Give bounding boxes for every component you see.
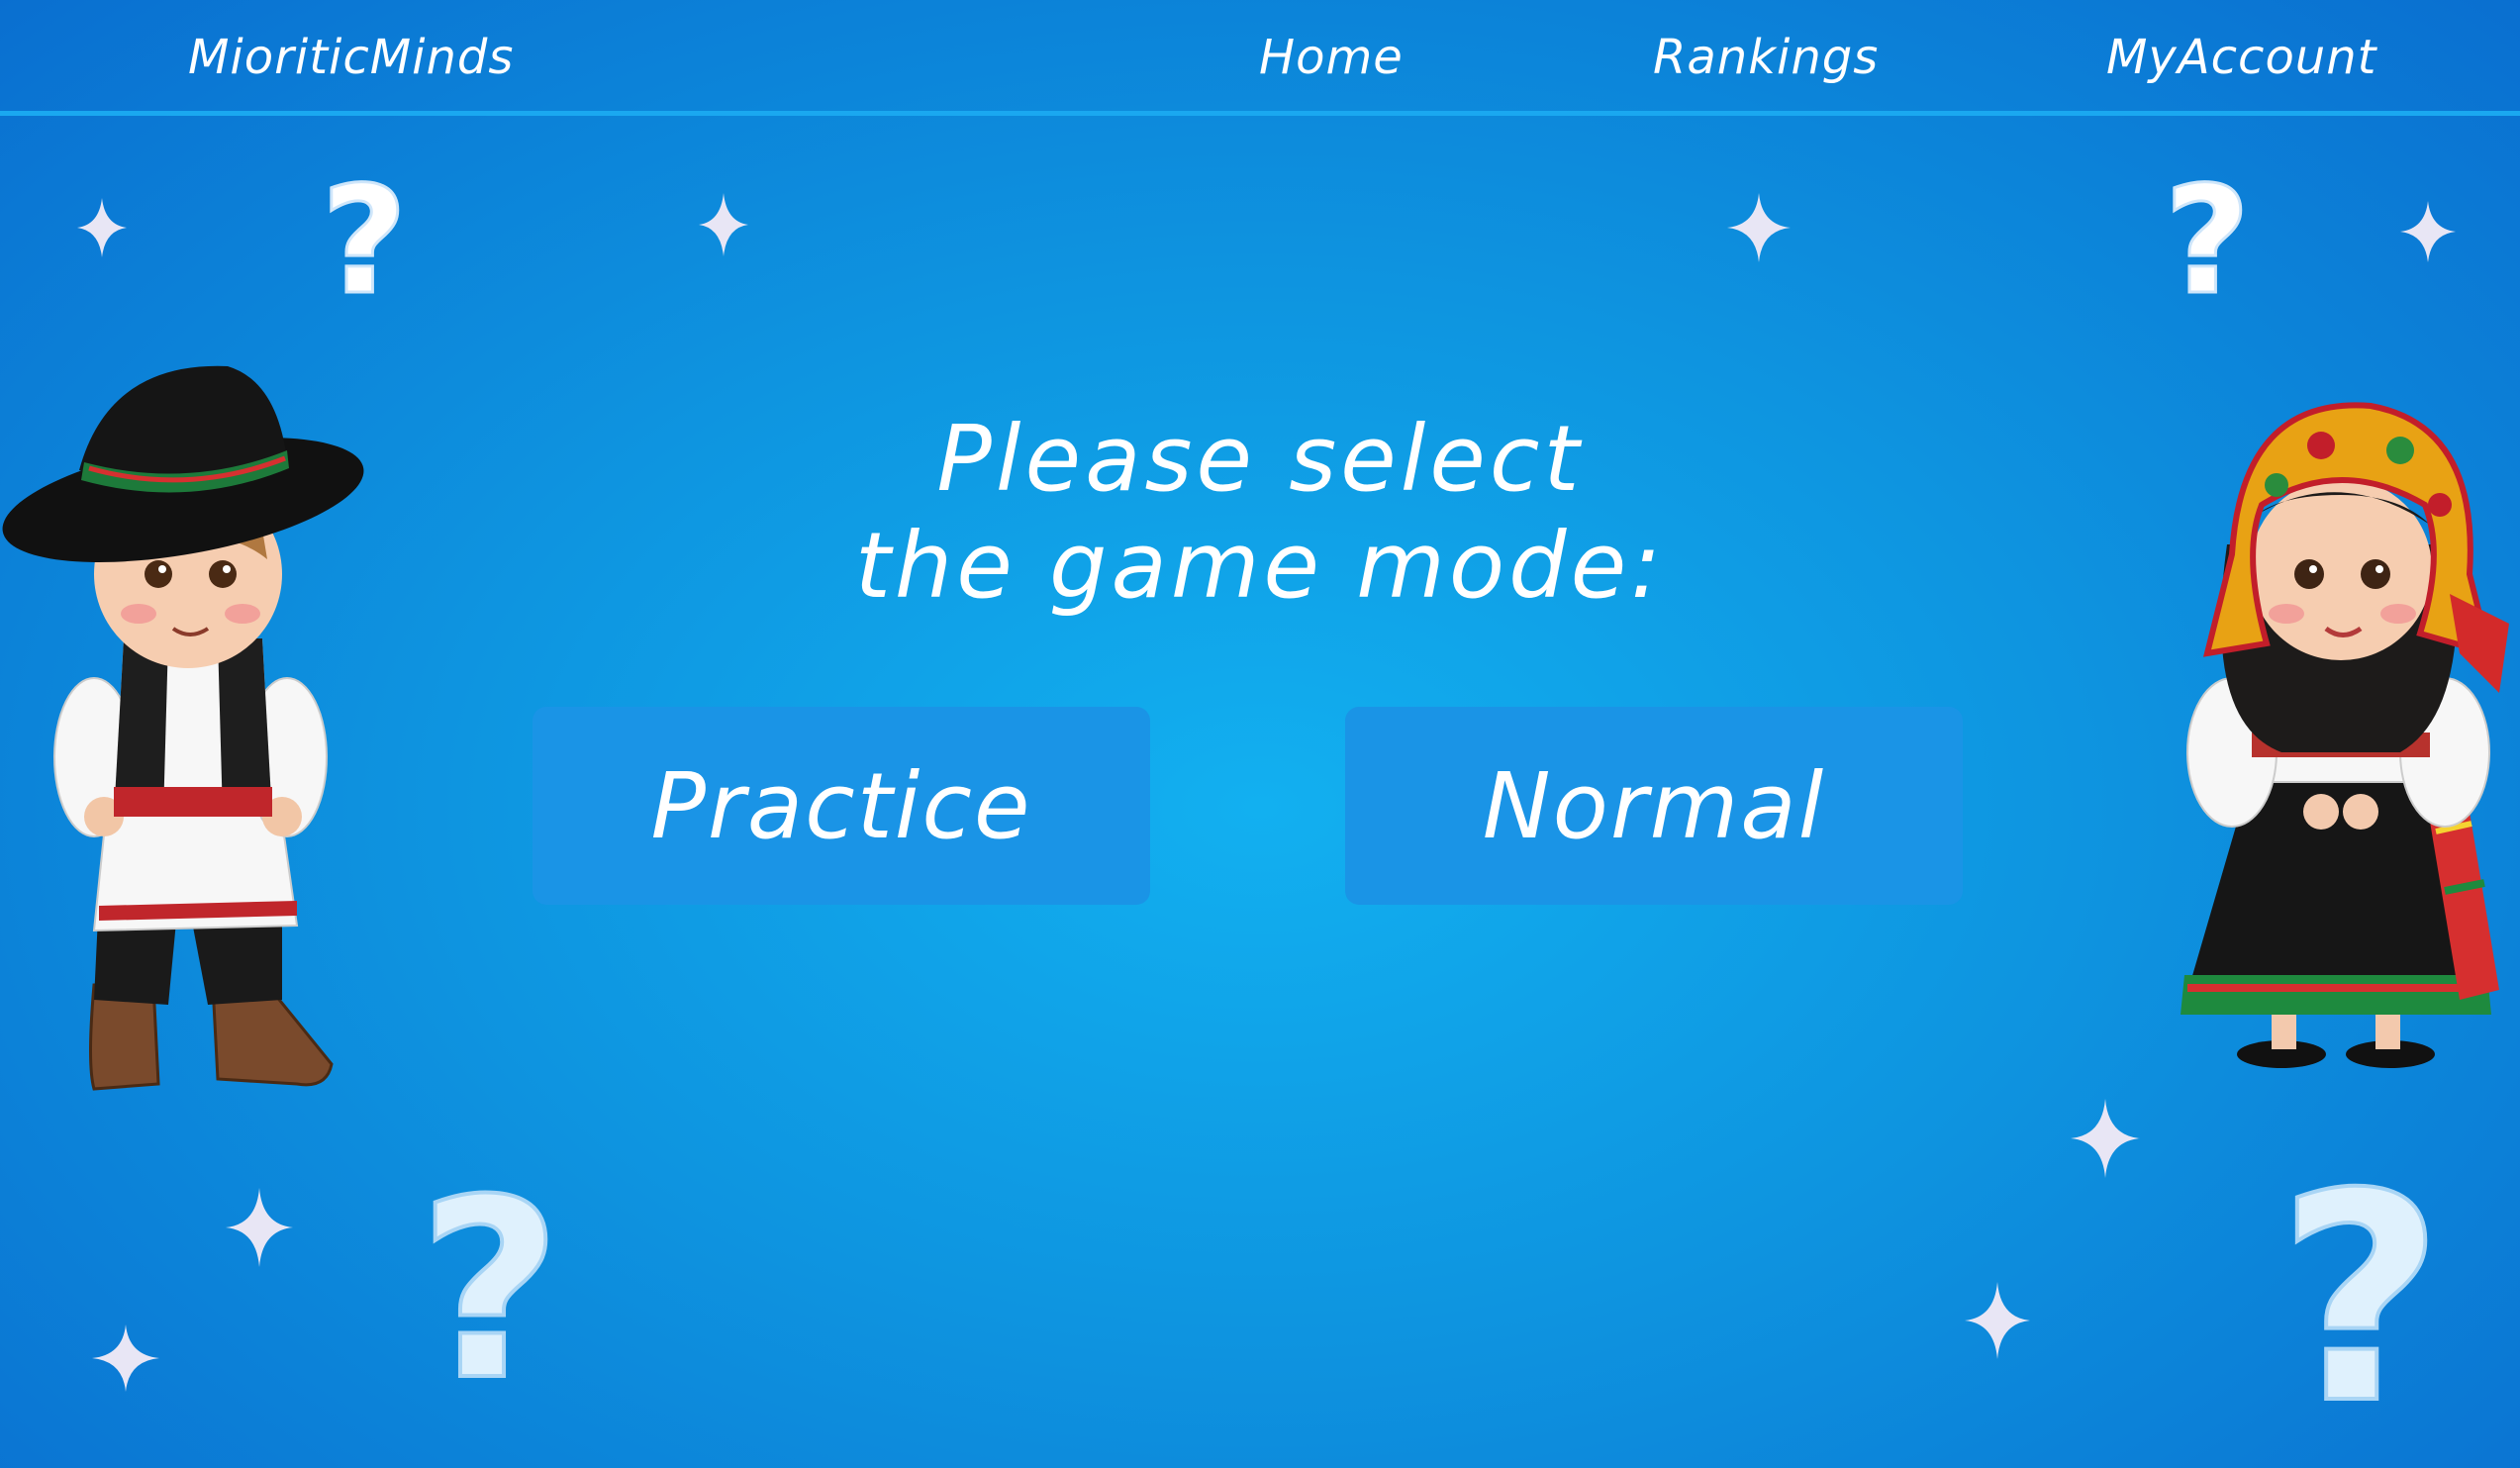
sparkle-icon [226, 1188, 293, 1267]
svg-text:?: ? [418, 1168, 561, 1396]
brand-logo[interactable]: MioriticMinds [188, 30, 514, 85]
nav-myaccount-link[interactable]: MyAccount [2106, 30, 2376, 85]
girl-character-illustration [2181, 402, 2509, 1068]
svg-text:?: ? [2278, 1153, 2444, 1420]
title-line-2: the game mode: [854, 513, 1666, 619]
sparkle-icon [92, 1324, 159, 1392]
sparkle-icon [2400, 201, 2456, 262]
navbar: MioriticMinds Home Rankings MyAccount [0, 0, 2520, 116]
sparkle-icon [699, 193, 748, 256]
boy-character-illustration [2, 365, 364, 1091]
sparkle-icon [77, 198, 127, 257]
title-line-1: Please select [936, 406, 1584, 512]
page-title: Please select the game mode: [765, 406, 1755, 620]
sparkle-icon [1727, 193, 1791, 262]
nav-rankings-link[interactable]: Rankings [1653, 30, 1879, 85]
nav-home-link[interactable]: Home [1259, 30, 1404, 85]
question-mark-icon: ? [2276, 1153, 2446, 1420]
normal-mode-button[interactable]: Normal [1345, 707, 1963, 905]
question-mark-icon: ? [2163, 168, 2252, 307]
svg-text:?: ? [2164, 168, 2250, 307]
question-mark-icon: ? [416, 1168, 563, 1396]
svg-text:?: ? [321, 168, 407, 307]
practice-mode-button[interactable]: Practice [533, 707, 1150, 905]
sparkle-icon [1965, 1282, 2030, 1359]
question-mark-icon: ? [320, 168, 409, 307]
sparkle-icon [2071, 1099, 2140, 1178]
